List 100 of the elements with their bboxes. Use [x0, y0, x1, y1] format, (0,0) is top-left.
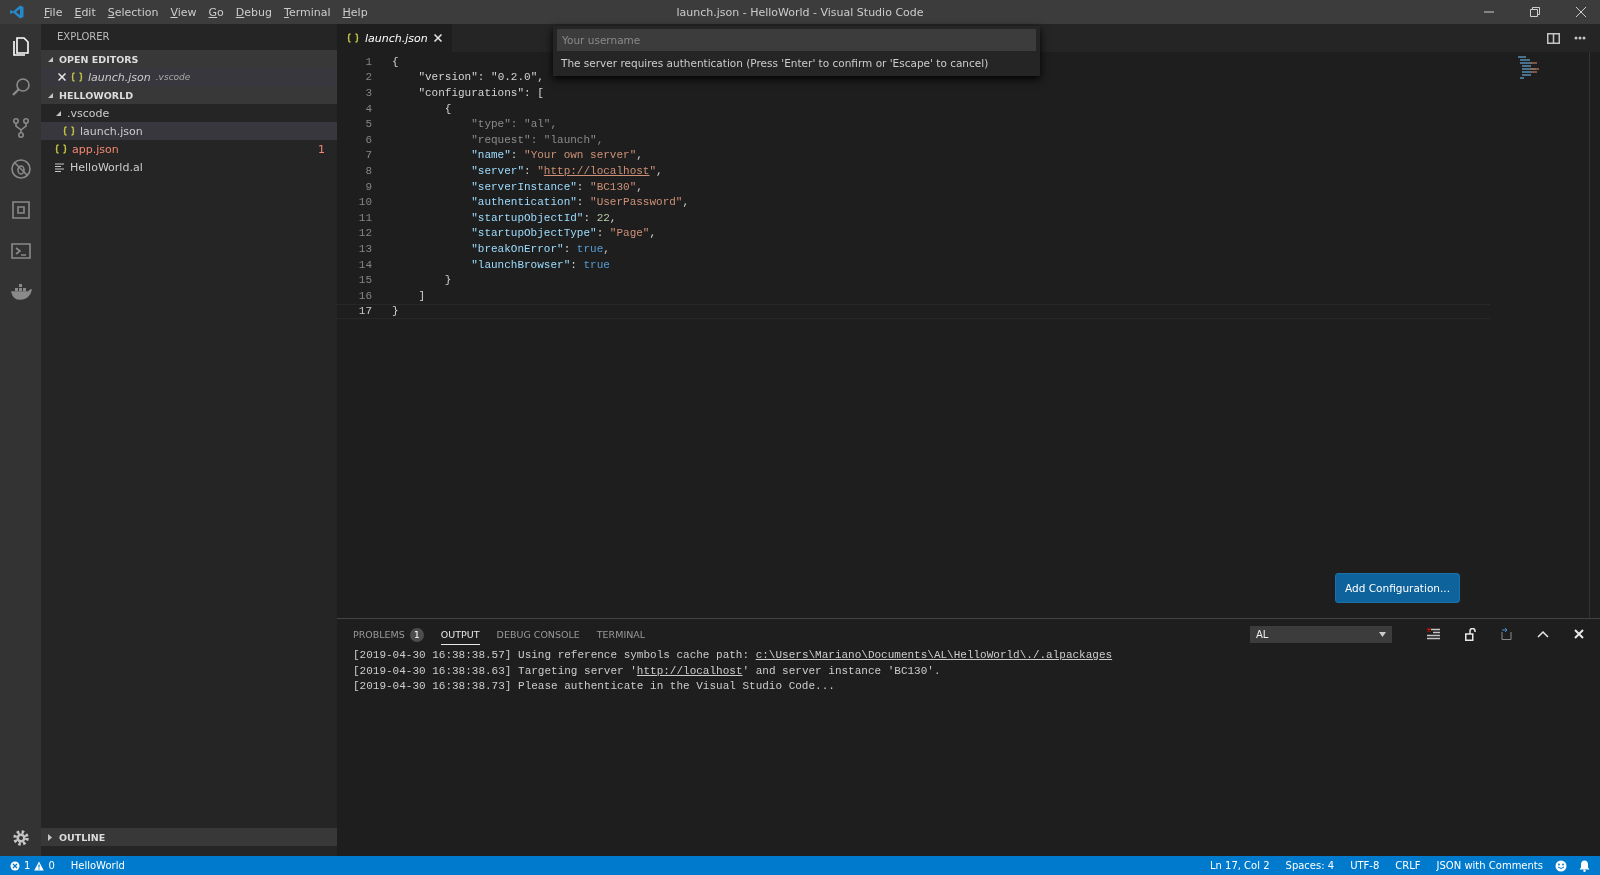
open-editor-item[interactable]: launch.json	[88, 70, 151, 84]
line-number: 9	[364, 180, 373, 193]
menu-item[interactable]: Edit	[68, 5, 102, 19]
code-line: "server": "http://localhost",	[470, 164, 663, 177]
window-title: launch.json - HelloWorld - Visual Studio Code	[676, 5, 924, 19]
output-line: [2019-04-30 16:38:38.73] Please authenticate in the Visual Studio Code...	[353, 680, 836, 694]
quick-input-message: The server requires authentication (Press 'Enter' to confirm or 'Escape' to cancel)	[560, 56, 990, 69]
status-item[interactable]: CRLF	[1395, 860, 1421, 871]
chevron-up-icon[interactable]	[1537, 630, 1549, 638]
output-line: [2019-04-30 16:38:38.63] Targeting server 'http://localhost' and server instance 'BC130'.	[353, 664, 942, 679]
menu-item[interactable]: Debug	[229, 5, 279, 19]
panel-tab[interactable]: PROBLEMS 1	[353, 621, 424, 647]
status-item[interactable]: JSON with Comments	[1436, 860, 1543, 871]
section-title[interactable]: OPEN EDITORS	[59, 53, 139, 65]
explorer-row[interactable]: launch.json	[41, 122, 337, 140]
panel-tab[interactable]: TERMINAL	[596, 623, 646, 645]
braces-icon	[347, 33, 359, 43]
code-line: "configurations": [	[417, 87, 544, 99]
username-field[interactable]: Your username	[557, 29, 1036, 51]
line-number: 3	[364, 87, 373, 99]
braces-icon	[71, 72, 83, 82]
braces-icon	[55, 144, 67, 154]
explorer-entry-name: app.json	[72, 142, 119, 156]
problems-status[interactable]: 1 0	[10, 860, 55, 871]
expand-arrow-icon[interactable]	[55, 109, 62, 117]
project-name[interactable]: HelloWorld	[70, 860, 125, 871]
add-configuration-button[interactable]: Add Configuration...	[1335, 573, 1460, 603]
code-line: "authentication": "UserPassword",	[470, 196, 690, 209]
expand-arrow-icon[interactable]	[47, 91, 54, 99]
explorer-row[interactable]: .vscode	[41, 104, 337, 122]
line-number: 17	[357, 305, 373, 318]
braces-icon	[63, 126, 75, 136]
editor-tab[interactable]: launch.json	[337, 24, 452, 52]
clear-output-icon[interactable]	[1427, 628, 1440, 640]
line-number: 11	[357, 211, 373, 224]
menu-item[interactable]: Go	[202, 5, 230, 19]
output-line: [2019-04-30 16:38:38.57] Using reference symbols cache path: c:\Users\Mariano\Documents\AL\HelloWorld\./.alpackages	[353, 649, 1114, 663]
code-line: "request": "launch",	[470, 133, 604, 146]
menu-item[interactable]: Selection	[101, 5, 165, 19]
split-editor-icon[interactable]	[1547, 32, 1560, 44]
line-number: 5	[364, 118, 373, 131]
code-line: "breakOnError": true,	[470, 242, 610, 255]
explorer-row[interactable]: app.json 1	[41, 140, 337, 158]
code-line: {	[443, 102, 452, 115]
sidebar-title: EXPLORER	[56, 30, 111, 44]
lock-icon[interactable]	[1465, 627, 1476, 641]
code-line: }	[392, 305, 399, 318]
close-icon[interactable]	[1576, 7, 1586, 17]
line-number: 8	[364, 164, 373, 177]
status-item[interactable]: Spaces: 4	[1285, 860, 1335, 871]
explorer-entry-name: .vscode	[67, 106, 110, 120]
close-icon[interactable]	[58, 73, 66, 81]
code-line: "startupObjectId": 22,	[470, 211, 617, 224]
section-title[interactable]: OUTLINE	[59, 831, 106, 843]
close-icon[interactable]	[433, 34, 442, 42]
restore-icon[interactable]	[1530, 7, 1540, 17]
line-number: 14	[357, 258, 373, 271]
menu-item[interactable]: View	[164, 5, 203, 19]
close-icon[interactable]	[1574, 629, 1584, 639]
line-number: 10	[357, 196, 373, 209]
status-item[interactable]: UTF-8	[1350, 860, 1380, 871]
explorer-entry-name: HelloWorld.al	[70, 160, 143, 174]
expand-arrow-icon[interactable]	[47, 55, 54, 63]
line-number: 12	[357, 227, 373, 240]
app-logo-icon	[10, 5, 24, 19]
bell-icon[interactable]	[1579, 859, 1590, 872]
dropdown-arrow-icon[interactable]	[1379, 631, 1386, 637]
code-line: "startupObjectType": "Page",	[470, 227, 657, 240]
output-channel-dropdown[interactable]: AL	[1250, 625, 1392, 643]
code-line: "name": "Your own server",	[470, 149, 643, 162]
menu-item[interactable]: Help	[336, 5, 374, 19]
section-title[interactable]: HELLOWORLD	[59, 89, 134, 101]
line-number: 16	[357, 289, 373, 302]
line-number: 2	[364, 71, 373, 84]
more-icon[interactable]	[1574, 36, 1586, 40]
bug-icon[interactable]	[8, 157, 33, 181]
line-number: 1	[364, 55, 373, 68]
line-number: 13	[357, 242, 373, 255]
folder-path: .vscode	[155, 72, 191, 82]
panel-tab[interactable]: DEBUG CONSOLE	[496, 623, 580, 645]
code-line: "type": "al",	[470, 118, 558, 131]
panel-tab[interactable]: OUTPUT	[440, 623, 480, 645]
line-number: 6	[364, 133, 373, 146]
line-number: 4	[364, 102, 373, 115]
code-line: }	[443, 274, 452, 287]
menu-item[interactable]: Terminal	[278, 5, 337, 19]
smiley-icon[interactable]	[1555, 859, 1567, 872]
error-count: 1	[318, 142, 325, 156]
error-icon	[10, 860, 20, 871]
settings-icon[interactable]	[10, 828, 31, 848]
menu-item[interactable]: File	[38, 5, 69, 19]
explorer-entry-name: launch.json	[80, 124, 143, 138]
explorer-row[interactable]: HelloWorld.al	[41, 158, 337, 176]
open-log-icon[interactable]	[1501, 628, 1512, 640]
code-line: ]	[417, 289, 425, 302]
lines-icon	[55, 162, 65, 172]
line-number: 15	[357, 274, 373, 287]
code-line: "serverInstance": "BC130",	[470, 180, 643, 193]
expand-arrow-icon[interactable]	[47, 833, 54, 841]
status-item[interactable]: Ln 17, Col 2	[1209, 860, 1270, 871]
